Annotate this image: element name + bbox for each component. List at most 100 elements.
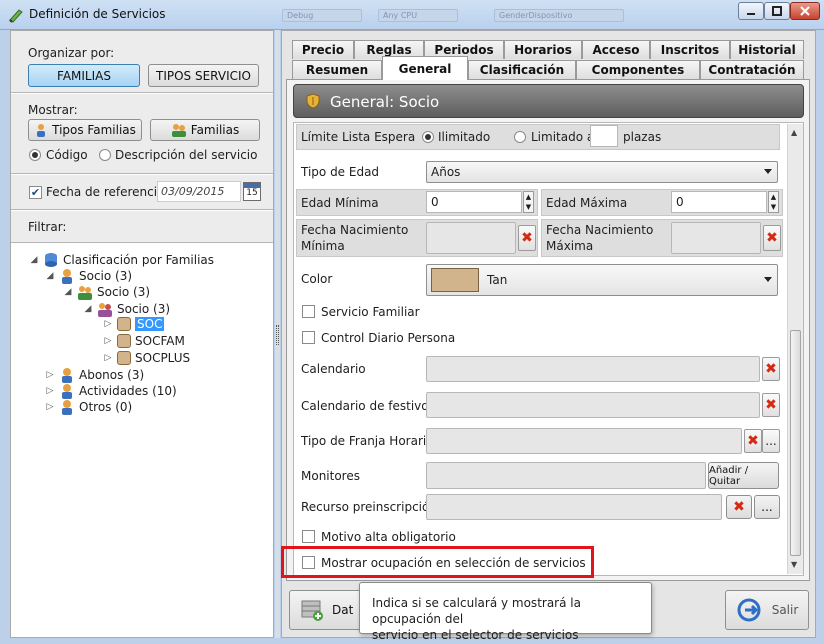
shield-icon bbox=[306, 93, 320, 109]
tipos-familias-button[interactable]: Tipos Familias bbox=[28, 119, 142, 141]
tab-inscritos[interactable]: Inscritos bbox=[650, 40, 730, 59]
tree-node-socio-sub[interactable]: ◢ Socio (3) bbox=[63, 284, 150, 300]
edad-min-stepper[interactable]: ▲ ▼ bbox=[523, 191, 534, 213]
tab-componentes[interactable]: Componentes bbox=[576, 60, 700, 79]
descripcion-radio[interactable] bbox=[99, 149, 111, 161]
collapsed-arrow-icon: ▷ bbox=[46, 386, 54, 396]
anadir-quitar-button[interactable]: Añadir / Quitar bbox=[708, 462, 779, 489]
database-icon bbox=[45, 253, 57, 267]
tab-precio[interactable]: Precio bbox=[292, 40, 354, 59]
servicio-familiar-checkbox[interactable] bbox=[302, 305, 315, 318]
close-button[interactable] bbox=[790, 2, 820, 20]
tree-node-socplus[interactable]: ▷ SOCPLUS bbox=[103, 351, 190, 365]
edad-max-input[interactable]: 0 bbox=[671, 191, 767, 213]
franja-browse-button[interactable]: ... bbox=[762, 429, 780, 453]
tipo-edad-select[interactable]: Años bbox=[426, 161, 778, 183]
tab-acceso[interactable]: Acceso bbox=[582, 40, 650, 59]
fecha-checkbox[interactable]: ✔ bbox=[29, 186, 42, 199]
tab-historial[interactable]: Historial bbox=[730, 40, 804, 59]
tree-node-root[interactable]: ◢ Clasificación por Familias bbox=[29, 252, 214, 268]
recurso-browse-button[interactable]: ... bbox=[754, 495, 780, 519]
familias-view-button[interactable]: Familias bbox=[150, 119, 260, 141]
maximize-icon bbox=[772, 6, 782, 16]
tree-node-otros[interactable]: ▷ Otros (0) bbox=[45, 399, 132, 415]
tree-label: Socio (3) bbox=[79, 269, 133, 283]
clear-recurso-button[interactable]: ✖ bbox=[726, 495, 752, 519]
datos-button[interactable]: Dat bbox=[289, 590, 369, 630]
tipo-franja-label: Tipo de Franja Horaria bbox=[301, 434, 434, 448]
fecha-input[interactable]: 03/09/2015 bbox=[157, 181, 241, 202]
edad-min-input[interactable]: 0 bbox=[426, 191, 522, 213]
codigo-radio[interactable] bbox=[29, 149, 41, 161]
clear-franja-button[interactable]: ✖ bbox=[744, 429, 762, 453]
tree-node-socio-type[interactable]: ◢ Socio (3) bbox=[83, 301, 170, 317]
fecha-min-label-2: Mínima bbox=[301, 239, 345, 253]
color-swatch-icon bbox=[117, 317, 131, 331]
expanded-arrow-icon: ◢ bbox=[64, 287, 72, 297]
mostrar-label: Mostrar: bbox=[28, 103, 78, 117]
tree-label: SOCPLUS bbox=[135, 351, 191, 365]
tree-node-abonos[interactable]: ▷ Abonos (3) bbox=[45, 367, 144, 383]
left-panel: Organizar por: FAMILIAS TIPOS SERVICIO M… bbox=[10, 30, 274, 638]
fecha-min-label-1: Fecha Nacimiento bbox=[301, 223, 409, 237]
fecha-min-input[interactable] bbox=[426, 222, 516, 254]
edad-min-label: Edad Mínima bbox=[301, 196, 379, 210]
scroll-up-arrow-icon[interactable]: ▲ bbox=[791, 128, 797, 137]
tab-horarios[interactable]: Horarios bbox=[504, 40, 582, 59]
tab-resumen[interactable]: Resumen bbox=[292, 60, 382, 79]
salir-button[interactable]: Salir bbox=[725, 590, 809, 630]
control-diario-checkbox[interactable] bbox=[302, 331, 315, 344]
tipos-servicio-button[interactable]: TIPOS SERVICIO bbox=[148, 64, 259, 87]
familias-button[interactable]: FAMILIAS bbox=[28, 64, 140, 87]
calendar-icon[interactable]: 15 bbox=[243, 182, 261, 201]
fecha-section: ✔ Fecha de referencia: 03/09/2015 15 bbox=[11, 175, 273, 210]
maximize-button[interactable] bbox=[764, 2, 790, 20]
person-icon bbox=[62, 368, 72, 383]
collapsed-arrow-icon: ▷ bbox=[104, 319, 112, 329]
color-select[interactable]: Tan bbox=[426, 264, 778, 296]
ellipsis-label: ... bbox=[761, 500, 773, 514]
calendario-input[interactable] bbox=[426, 356, 760, 382]
tab-general[interactable]: General bbox=[382, 56, 468, 80]
ilimitado-radio[interactable] bbox=[422, 131, 434, 143]
recurso-input[interactable] bbox=[426, 494, 722, 520]
calendario-festivos-input[interactable] bbox=[426, 392, 760, 418]
ghost-field: GenderDispositivo bbox=[494, 9, 624, 22]
tipo-franja-input[interactable] bbox=[426, 428, 742, 454]
scroll-down-arrow-icon[interactable]: ▼ bbox=[791, 560, 797, 569]
group-icon bbox=[78, 286, 92, 300]
scroll-thumb[interactable] bbox=[790, 330, 801, 556]
tree-label: Otros (0) bbox=[79, 400, 133, 414]
form-scrollbar[interactable]: ▲ ▼ bbox=[787, 124, 803, 574]
plazas-input[interactable] bbox=[590, 125, 618, 147]
delete-icon: ✖ bbox=[747, 433, 759, 449]
color-swatch-icon bbox=[117, 334, 131, 348]
clear-fecha-max-button[interactable]: ✖ bbox=[763, 225, 781, 251]
clear-fecha-min-button[interactable]: ✖ bbox=[518, 225, 536, 251]
collapsed-arrow-icon: ▷ bbox=[104, 336, 112, 346]
tree-node-socfam[interactable]: ▷ SOCFAM bbox=[103, 334, 185, 348]
fecha-max-input[interactable] bbox=[671, 222, 761, 254]
familias-view-label: Familias bbox=[190, 123, 240, 137]
clear-festivos-button[interactable]: ✖ bbox=[762, 393, 780, 417]
delete-icon: ✖ bbox=[521, 230, 533, 246]
window-title: Definición de Servicios bbox=[29, 7, 166, 21]
collapsed-arrow-icon: ▷ bbox=[104, 353, 112, 363]
highlight-annotation bbox=[281, 546, 594, 578]
panel-splitter[interactable] bbox=[275, 30, 280, 638]
exit-icon bbox=[737, 598, 761, 622]
ellipsis-label: ... bbox=[765, 434, 777, 448]
tab-clasificacion[interactable]: Clasificación bbox=[468, 60, 576, 79]
limitado-radio[interactable] bbox=[514, 131, 526, 143]
tree-node-socio[interactable]: ◢ Socio (3) bbox=[45, 268, 132, 284]
tab-contratacion[interactable]: Contratación bbox=[700, 60, 804, 79]
edad-max-stepper[interactable]: ▲ ▼ bbox=[768, 191, 779, 213]
tree-node-soc[interactable]: ▷ SOC bbox=[103, 317, 165, 331]
motivo-checkbox[interactable] bbox=[302, 530, 315, 543]
minimize-button[interactable] bbox=[738, 2, 764, 20]
tree-node-actividades[interactable]: ▷ Actividades (10) bbox=[45, 383, 177, 399]
clear-calendario-button[interactable]: ✖ bbox=[762, 357, 780, 381]
person-icon bbox=[62, 269, 72, 284]
tree-label: Socio (3) bbox=[97, 285, 151, 299]
minimize-icon bbox=[747, 13, 755, 15]
